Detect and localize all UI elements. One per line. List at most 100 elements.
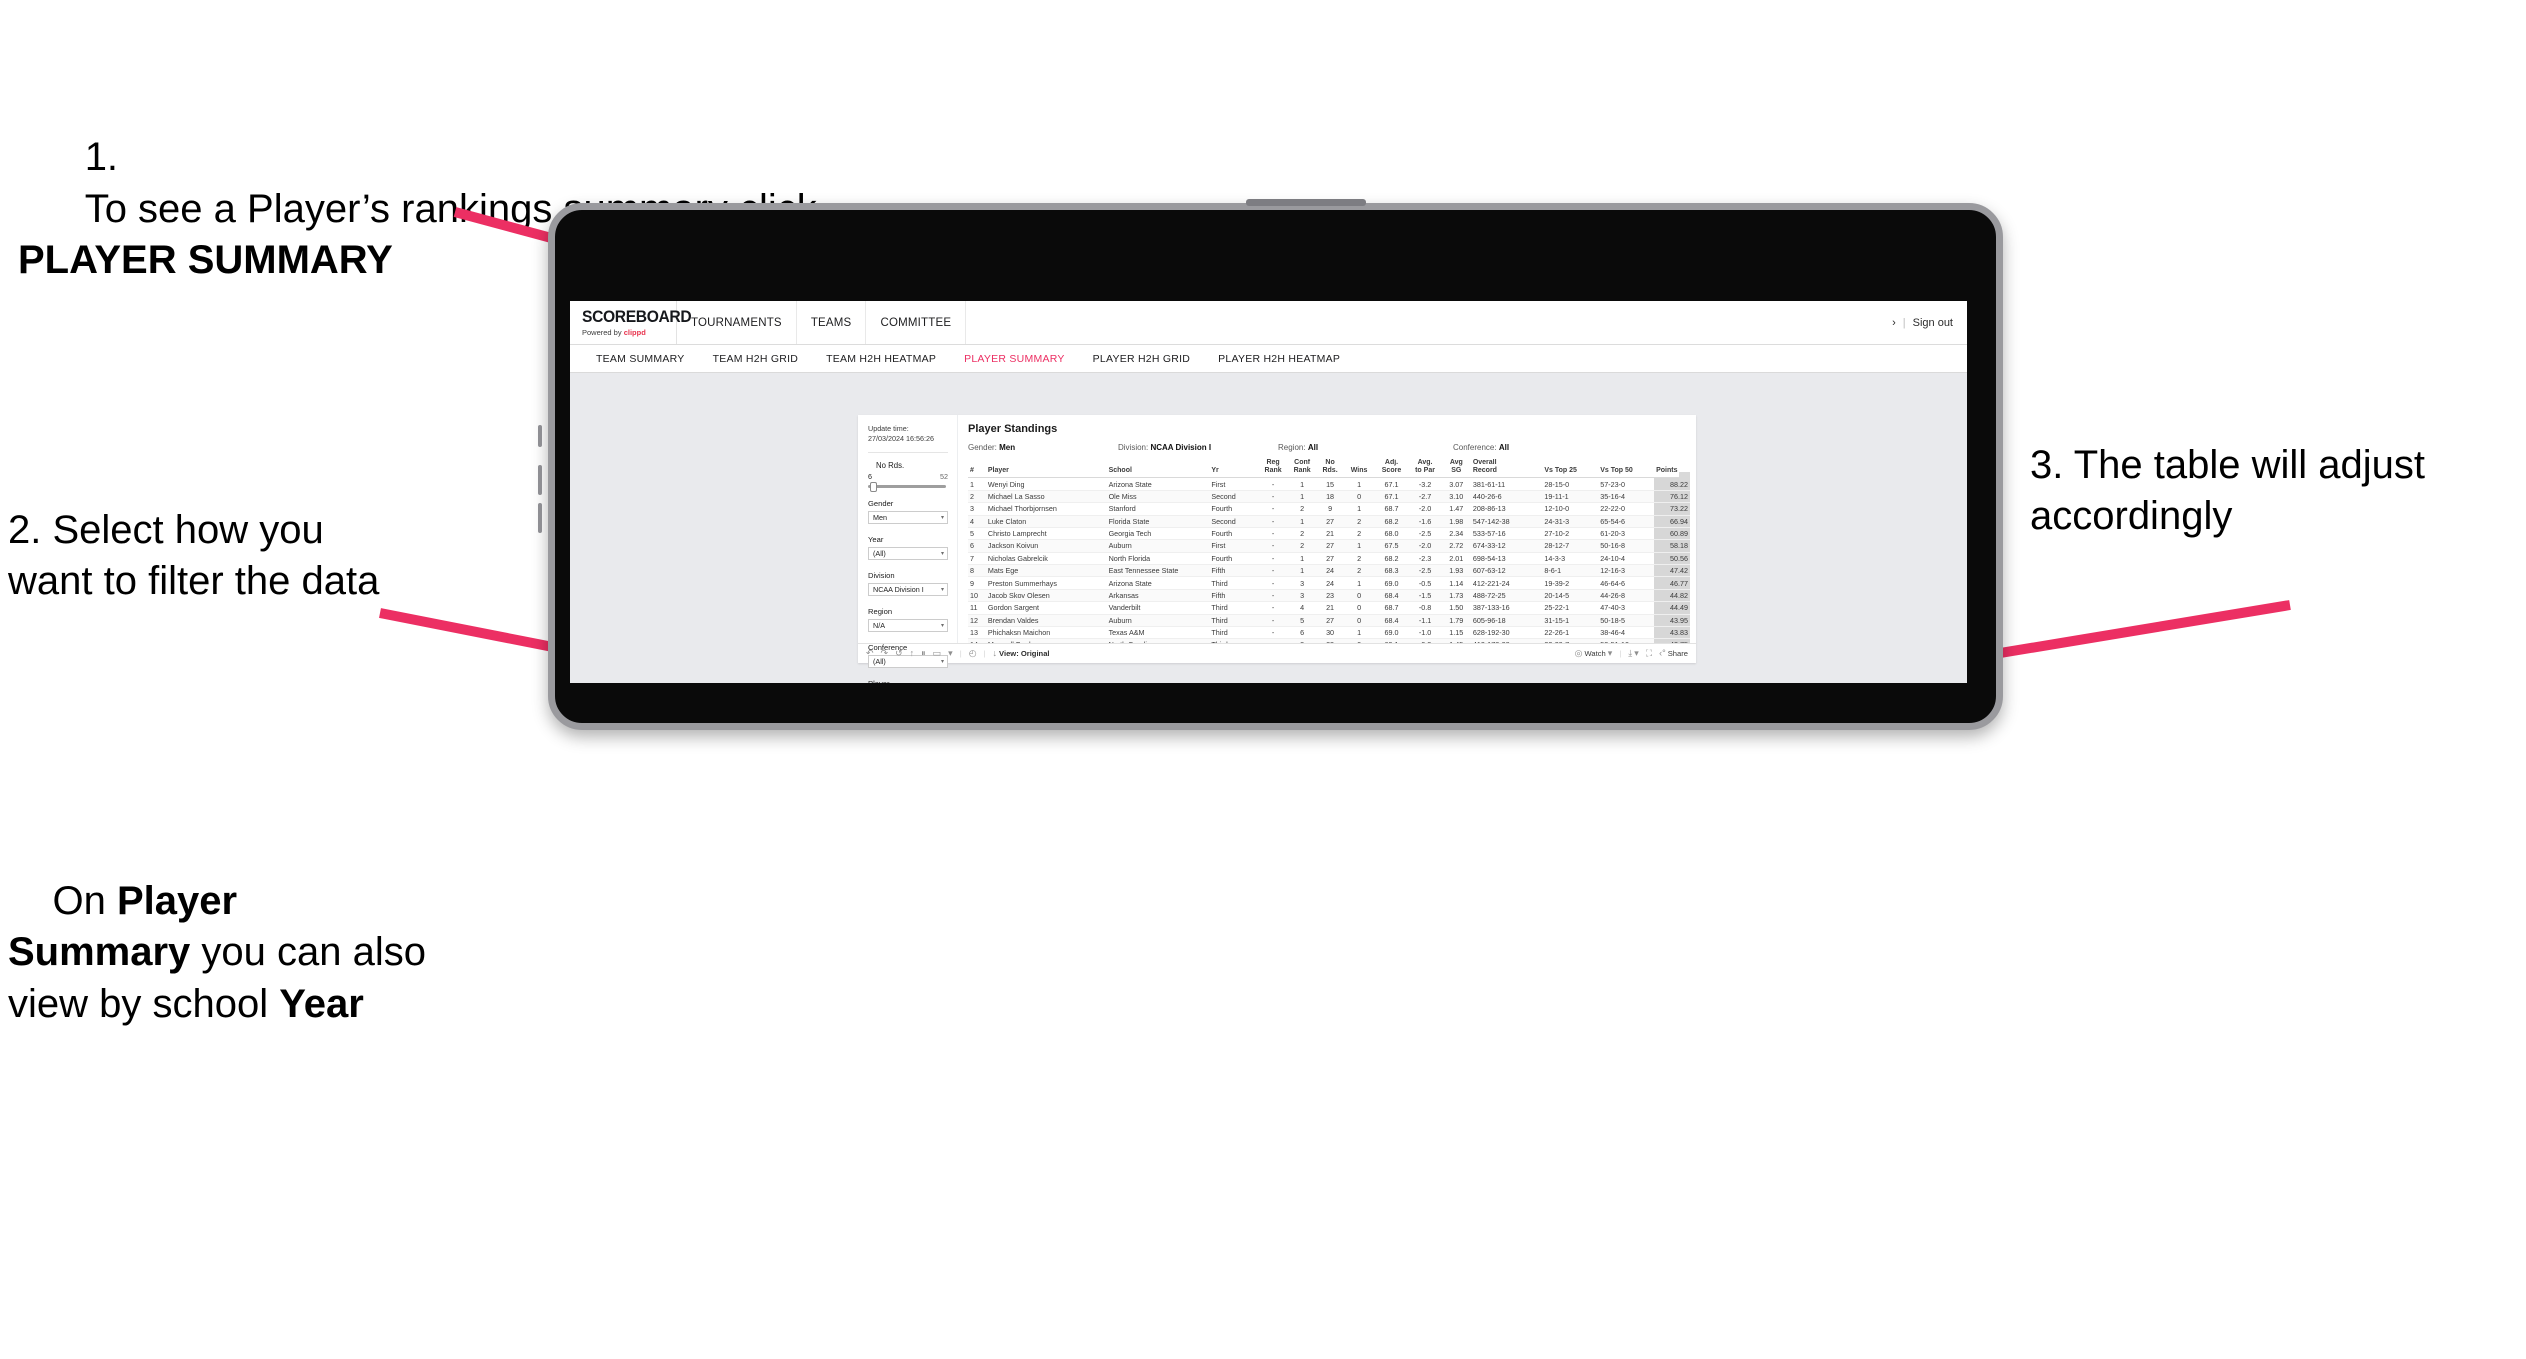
watch-button[interactable]: ◎ Watch ▾ (1574, 648, 1613, 659)
table-row[interactable]: 2 Michael La Sasso Ole Miss Second -1 18 0 67.1… (968, 490, 1690, 504)
cell-overall-record: 605-96-18 (1470, 614, 1543, 627)
chevron-down-icon: ▾ (940, 515, 944, 522)
shape-tool-icon[interactable]: ▭ (933, 649, 942, 658)
table-row[interactable]: 10 Jacob Skov Olesen Arkansas Fifth -3 23 0 68.… (968, 589, 1690, 603)
col-avg-to-par[interactable]: Avg. to Par (1408, 459, 1442, 479)
view-original-button[interactable]: ↓ View: Original (993, 649, 1050, 659)
cell-points: 58.18 (1654, 539, 1690, 553)
cell-rank: 14 (968, 638, 986, 643)
table-row[interactable]: 3 Michael Thorbjornsen Stanford Fourth -2 9 1 6… (968, 502, 1690, 516)
cell-vs-top-25: 27-10-2 (1542, 527, 1599, 541)
meta-division-value: NCAA Division I (1150, 443, 1212, 452)
range-slider[interactable] (868, 481, 946, 492)
cell-no-rounds: 27 (1316, 614, 1344, 627)
col-reg-rank[interactable]: Reg Rank (1258, 459, 1288, 479)
watch-icon: ◎ (1574, 648, 1583, 658)
fullscreen-button[interactable]: ⛶ (1646, 649, 1652, 658)
col-player[interactable]: Player (985, 459, 1107, 479)
table-row[interactable]: 14Maxwell FordNorth CarolinaThird-323069… (968, 638, 1690, 643)
col-vs-top-25[interactable]: Vs Top 25 (1542, 459, 1599, 479)
col-header-line-2: Wins (1350, 466, 1368, 474)
cell-adj-score: 68.2 (1374, 552, 1409, 566)
table-row[interactable]: 7 Nicholas Gabrelcik North Florida Fourth -1… (968, 552, 1690, 566)
chevron-right-icon[interactable]: › (1892, 317, 1896, 329)
undo-icon[interactable]: ↶ (866, 649, 874, 658)
cell-vs-top-50: 12-16-3 (1598, 564, 1655, 578)
filter-year-value: (All) (873, 549, 886, 559)
clock-icon[interactable]: ◴ (969, 649, 977, 658)
chevron-down-icon[interactable]: ▾ (948, 649, 953, 658)
table-row[interactable]: 11 Gordon Sargent Vanderbilt Third -4 21 0 68.7… (968, 601, 1690, 615)
table-row[interactable]: 8 Mats Ege East Tennessee State Fifth -1 24 2 6… (968, 564, 1690, 578)
tab-team-summary[interactable]: TEAM SUMMARY (582, 353, 699, 365)
col-header-line-1: Conf (1294, 459, 1311, 466)
redo-icon[interactable]: ↷ (881, 649, 889, 658)
cell-avg-to-par: -0.8 (1408, 601, 1442, 615)
table-header-row: # Player School Yr Reg Rank Conf Rank No Rd… (968, 459, 1690, 479)
col-wins[interactable]: Wins (1343, 459, 1375, 479)
cell-avg-to-par: -2.0 (1408, 539, 1442, 553)
col-school[interactable]: School (1106, 459, 1210, 479)
topnav-committee[interactable]: COMMITTEE (866, 301, 967, 344)
table-row[interactable]: 12 Brendan Valdes Auburn Third -5 27 0 68.4 -1.1… (968, 614, 1690, 627)
sign-out-link[interactable]: Sign out (1913, 317, 1953, 329)
filter-year-select[interactable]: (All) ▾ (868, 547, 948, 561)
cell-player: Jackson Koivun (985, 539, 1107, 553)
pause-auto-update-icon[interactable]: ⏸ (921, 649, 926, 658)
update-time-value: 27/03/2024 16:56:26 (868, 433, 934, 443)
col-avg-sg[interactable]: Avg SG (1441, 459, 1471, 479)
cell-adj-score: 68.0 (1374, 527, 1409, 541)
cell-no-rounds: 21 (1316, 601, 1344, 615)
download-button[interactable]: ⤓ ▾ (1628, 649, 1639, 658)
standings-table-wrapper[interactable]: # Player School Yr Reg Rank Conf Rank No Rd… (968, 459, 1690, 643)
cell-reg-rank: - (1258, 552, 1288, 566)
table-row[interactable]: 6 Jackson Koivun Auburn First -2 27 1 67.5 -2.0 2… (968, 539, 1690, 553)
tablet-camera (1246, 199, 1367, 206)
tablet-button-volume-down (538, 503, 542, 533)
col-conf-rank[interactable]: Conf Rank (1287, 459, 1317, 479)
col-header-line-2: Score (1381, 466, 1402, 474)
topnav-tournaments[interactable]: TOURNAMENTS (677, 301, 797, 344)
col-rank[interactable]: # (968, 459, 986, 479)
tab-player-h2h-heatmap[interactable]: PLAYER H2H HEATMAP (1204, 353, 1354, 365)
tab-team-h2h-heatmap[interactable]: TEAM H2H HEATMAP (812, 353, 950, 365)
col-header-line-2: Rank (1264, 466, 1282, 474)
cell-reg-rank: - (1258, 564, 1288, 578)
cell-conf-rank: 4 (1287, 601, 1317, 615)
cell-points: 66.94 (1654, 515, 1690, 528)
col-vs-top-50[interactable]: Vs Top 50 (1598, 459, 1655, 479)
cell-overall-record: 628-192-30 (1470, 626, 1543, 640)
table-row[interactable]: 13 Phichaksn Maichon Texas A&M Third -6 30 1 69… (968, 626, 1690, 640)
filter-region-select[interactable]: N/A ▾ (868, 619, 948, 633)
watch-label: Watch (1584, 649, 1606, 658)
col-adj-score[interactable]: Adj. Score (1374, 459, 1409, 479)
share-button[interactable]: ‹° Share (1659, 649, 1688, 659)
cell-school: Arkansas (1106, 589, 1210, 603)
col-overall-record[interactable]: Overall Record (1470, 459, 1543, 479)
chevron-down-icon: ▾ (1607, 648, 1613, 658)
cell-vs-top-50: 22-22-0 (1598, 502, 1655, 516)
topnav-teams[interactable]: TEAMS (797, 301, 867, 344)
cell-year: Third (1209, 576, 1259, 590)
col-no-rounds[interactable]: No Rds. (1316, 459, 1344, 479)
revert-icon[interactable]: ↺ (895, 649, 903, 658)
col-year[interactable]: Yr (1209, 459, 1259, 479)
table-row[interactable]: 9 Preston Summerhays Arizona State Third -3 2… (968, 576, 1690, 590)
chevron-down-icon: ▾ (940, 551, 944, 558)
cell-vs-top-25: 22-29-7 (1542, 638, 1599, 643)
tab-player-h2h-grid[interactable]: PLAYER H2H GRID (1079, 353, 1205, 365)
refresh-data-icon[interactable]: ↑ (910, 649, 915, 658)
table-row[interactable]: 4 Luke Claton Florida State Second -1 27 2 68.2… (968, 515, 1690, 528)
cell-wins: 0 (1343, 589, 1375, 603)
range-slider-handle[interactable] (870, 481, 877, 492)
filter-division-select[interactable]: NCAA Division I ▾ (868, 583, 948, 597)
table-row[interactable]: 1 Wenyi Ding Arizona State First -1 15 1 67.1 -3… (968, 477, 1690, 491)
filter-gender-select[interactable]: Men ▾ (868, 511, 948, 525)
brand-logo[interactable]: SCOREBOARD Powered by clippd (570, 301, 692, 344)
tab-player-summary[interactable]: PLAYER SUMMARY (950, 353, 1079, 365)
cell-vs-top-25: 20-14-5 (1542, 589, 1599, 603)
tab-team-h2h-grid[interactable]: TEAM H2H GRID (699, 353, 813, 365)
cell-adj-score: 67.1 (1374, 490, 1409, 504)
sub-navigation-bar: TEAM SUMMARY TEAM H2H GRID TEAM H2H HEAT… (570, 345, 1967, 373)
table-row[interactable]: 5 Christo Lamprecht Georgia Tech Fourth -2 21… (968, 527, 1690, 541)
